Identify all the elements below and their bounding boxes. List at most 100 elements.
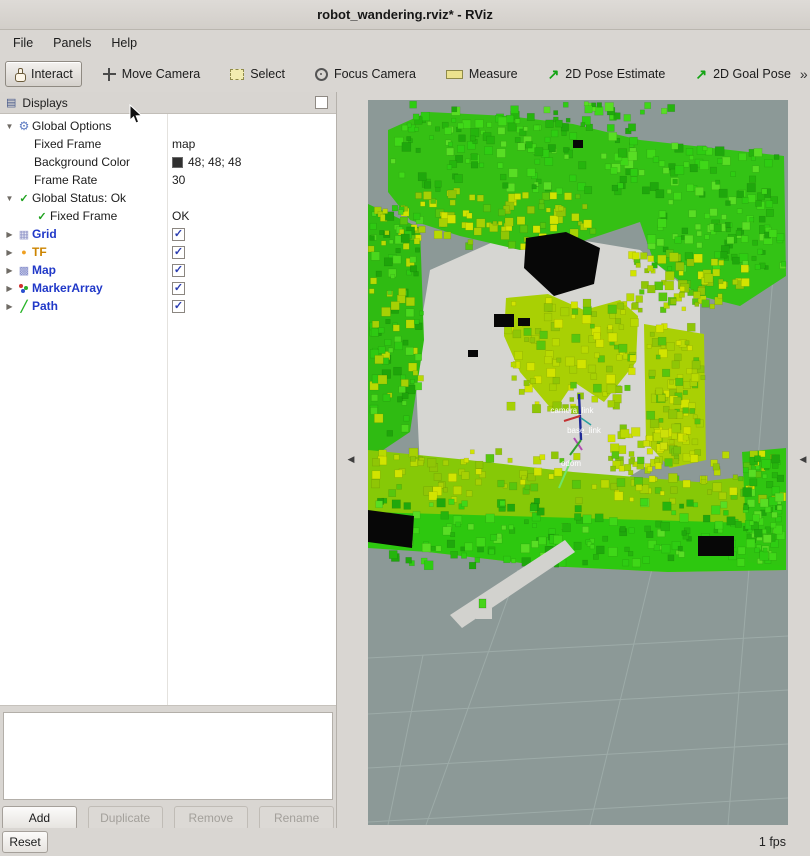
expander-icon[interactable]: ▶ xyxy=(3,266,16,275)
displays-panel-title: Displays xyxy=(22,96,67,110)
panel-close-button[interactable] xyxy=(315,96,328,109)
tree-label: Fixed Frame xyxy=(50,209,117,223)
render-view-scene[interactable]: camera_link base_link odom xyxy=(368,100,788,825)
goal-arrow-icon: ↗ xyxy=(695,67,707,81)
path-icon: ╱ xyxy=(16,300,32,313)
tree-cell-value: ✓ xyxy=(167,243,336,261)
tree-label: Background Color xyxy=(34,155,130,169)
toolbar-button-select[interactable]: Select xyxy=(221,61,294,87)
tree-label: Fixed Frame xyxy=(34,137,101,151)
tree-row-path[interactable]: ▶╱Path ✓ xyxy=(0,297,336,315)
tree-value-text: OK xyxy=(172,209,189,223)
menu-panels[interactable]: Panels xyxy=(44,33,100,53)
tree-row-tf[interactable]: ▶●TF ✓ xyxy=(0,243,336,261)
tree-row-fixed-frame[interactable]: ✓Fixed Frame OK xyxy=(0,207,336,225)
tf-label-camera-link: camera_link xyxy=(550,406,594,415)
check-icon: ✓ xyxy=(16,192,32,205)
add-button[interactable]: Add xyxy=(2,806,77,830)
enabled-checkbox[interactable]: ✓ xyxy=(172,300,185,313)
expander-icon[interactable]: ▼ xyxy=(3,194,16,203)
tree-cell-value xyxy=(167,189,336,207)
tree-label: Global Options xyxy=(32,119,111,133)
grid-icon: ▦ xyxy=(16,228,32,241)
expander-icon[interactable]: ▼ xyxy=(3,122,16,131)
tree-row-grid[interactable]: ▶▦Grid ✓ xyxy=(0,225,336,243)
toolbar-button-label: Select xyxy=(250,67,285,81)
displays-tree: ▼⚙Global OptionsFixed FramemapBackground… xyxy=(0,114,336,706)
tree-row-frame-rate[interactable]: Frame Rate 30 xyxy=(0,171,336,189)
tree-label: Grid xyxy=(32,227,57,241)
expander-icon[interactable]: ▶ xyxy=(3,230,16,239)
toolbar-button-label: 2D Pose Estimate xyxy=(565,67,665,81)
toolbar-button-2d-goal-pose[interactable]: ↗2D Goal Pose xyxy=(686,61,800,87)
toolbar-button-label: Focus Camera xyxy=(334,67,416,81)
window-titlebar[interactable]: robot_wandering.rviz* - RViz xyxy=(0,0,810,30)
fps-counter: 1 fps xyxy=(759,835,786,849)
tree-cell-name: Background Color xyxy=(0,153,167,171)
toolbar-button-label: Interact xyxy=(31,67,73,81)
displays-panel-header[interactable]: ▤ Displays xyxy=(0,92,336,114)
pose-arrow-icon: ↗ xyxy=(548,67,560,81)
enabled-checkbox[interactable]: ✓ xyxy=(172,246,185,259)
tree-cell-value: ✓ xyxy=(167,225,336,243)
hand-icon xyxy=(14,68,25,81)
tree-cell-value: ✓ xyxy=(167,261,336,279)
displays-panel: ▤ Displays ▼⚙Global OptionsFixed Framema… xyxy=(0,92,337,828)
tree-cell-name: ▶▦Grid xyxy=(0,225,167,243)
tree-row-fixed-frame[interactable]: Fixed Frame map xyxy=(0,135,336,153)
tree-cell-name: ▶●TF xyxy=(0,243,167,261)
toolbar-button-move-camera[interactable]: Move Camera xyxy=(94,61,210,87)
tf-icon: ● xyxy=(16,247,32,257)
tree-cell-name: ▶▩Map xyxy=(0,261,167,279)
tree-cell-name: ▼✓Global Status: Ok xyxy=(0,189,167,207)
menu-help[interactable]: Help xyxy=(102,33,146,53)
tree-cell-name: Fixed Frame xyxy=(0,135,167,153)
gear-icon: ⚙ xyxy=(16,119,32,133)
tree-row-background-color[interactable]: Background Color 48; 48; 48 xyxy=(0,153,336,171)
tree-cell-value: ✓ xyxy=(167,297,336,315)
tree-row-markerarray[interactable]: ▶ MarkerArray ✓ xyxy=(0,279,336,297)
duplicate-button: Duplicate xyxy=(88,806,163,830)
toolbar-button-label: Measure xyxy=(469,67,518,81)
tree-cell-value: 48; 48; 48 xyxy=(167,153,336,171)
tree-cell-value: OK xyxy=(167,207,336,225)
toolbar-overflow-button[interactable]: » xyxy=(800,66,810,82)
toolbar-button-focus-camera[interactable]: Focus Camera xyxy=(306,61,425,87)
toolbar-button-2d-pose-estimate[interactable]: ↗ 2D Pose Estimate xyxy=(539,61,675,87)
display-description-panel xyxy=(3,712,333,800)
measure-ruler-icon xyxy=(446,70,463,79)
map-icon: ▩ xyxy=(16,264,32,277)
expander-icon[interactable]: ▶ xyxy=(3,248,16,257)
collapse-left-panel-arrow[interactable]: ◀ xyxy=(345,452,357,466)
tree-label: Path xyxy=(32,299,58,313)
tree-cell-value xyxy=(167,117,336,135)
tree-cell-value: 30 xyxy=(167,171,336,189)
toolbar-button-interact[interactable]: Interact xyxy=(5,61,82,87)
rename-button: Rename xyxy=(259,806,334,830)
tf-label-odom: odom xyxy=(561,459,581,468)
marker-array-icon xyxy=(16,283,32,294)
tree-cell-name: ✓Fixed Frame xyxy=(0,207,167,225)
tree-row-global-options[interactable]: ▼⚙Global Options xyxy=(0,117,336,135)
expander-icon[interactable]: ▶ xyxy=(3,302,16,311)
menu-file[interactable]: File xyxy=(4,33,42,53)
check-icon: ✓ xyxy=(34,210,50,223)
tree-row-map[interactable]: ▶▩Map ✓ xyxy=(0,261,336,279)
tree-label: TF xyxy=(32,245,47,259)
enabled-checkbox[interactable]: ✓ xyxy=(172,282,185,295)
render-view[interactable]: camera_link base_link odom xyxy=(368,100,788,825)
tree-label: Frame Rate xyxy=(34,173,97,187)
tree-label: MarkerArray xyxy=(32,281,103,295)
reset-button[interactable]: Reset xyxy=(2,831,48,853)
expander-icon[interactable]: ▶ xyxy=(3,284,16,293)
toolbar-button-measure[interactable]: Measure xyxy=(437,61,527,87)
toolbar: Interact Move Camera Select Focus Camera Mea… xyxy=(0,56,810,92)
window-title: robot_wandering.rviz* - RViz xyxy=(317,7,493,22)
enabled-checkbox[interactable]: ✓ xyxy=(172,228,185,241)
tree-row-global-status-ok[interactable]: ▼✓Global Status: Ok xyxy=(0,189,336,207)
tree-cell-value: map xyxy=(167,135,336,153)
expand-right-panel-arrow[interactable]: ◀ xyxy=(797,452,809,466)
enabled-checkbox[interactable]: ✓ xyxy=(172,264,185,277)
move-camera-icon xyxy=(103,68,116,81)
tree-label: Map xyxy=(32,263,56,277)
